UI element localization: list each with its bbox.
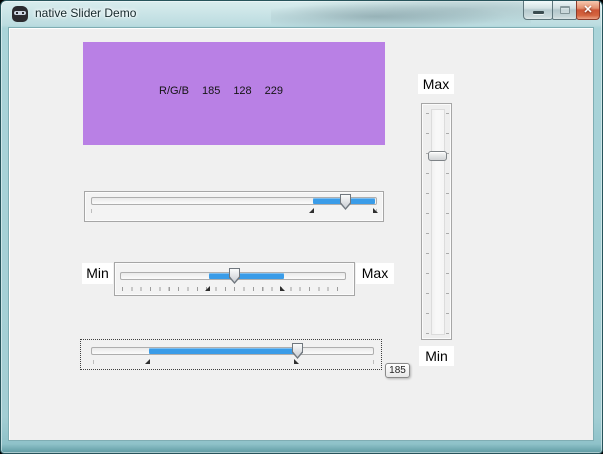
tick-marks [446,113,449,335]
rgb-label: R/G/B [159,85,189,97]
rgb-color-swatch: R/G/B 185 128 229 [83,42,385,145]
slider-red-selection [149,348,299,354]
rgb-red-value: 185 [202,85,220,97]
rgb-blue-value: 229 [265,85,283,97]
selection-end-marker [294,359,299,364]
slider-blue [84,191,384,222]
minimize-icon [533,11,544,14]
window-title: native Slider Demo [35,6,136,20]
max-label: Max [356,263,394,284]
selection-start-marker [309,208,314,213]
tick-mark [373,360,374,364]
app-icon [12,6,28,22]
rgb-readout: R/G/B 185 128 229 [159,85,283,97]
vertical-max-label: Max [418,74,454,94]
selection-end-marker [373,208,378,213]
vertical-min-label: Min [419,346,454,366]
maximize-icon [560,6,570,14]
rgb-green-value: 128 [233,85,251,97]
tick-marks [122,287,346,291]
selection-end-marker [280,286,285,291]
window-controls: ✕ [524,1,600,20]
close-button[interactable]: ✕ [576,1,600,20]
min-label: Min [82,263,113,284]
slider-red [80,339,382,370]
slider-green [114,262,355,296]
slider-vertical-track[interactable] [431,109,445,335]
selection-start-marker [205,286,210,291]
client-area: R/G/B 185 128 229 Min Max [8,27,594,441]
selection-start-marker [145,359,150,364]
maximize-button[interactable] [552,1,577,20]
tick-mark [93,360,94,364]
slider-value-tooltip: 185 [385,363,410,378]
slider-blue-thumb[interactable] [340,194,351,210]
slider-vertical-thumb[interactable] [428,151,447,161]
tick-marks [426,113,429,335]
slider-green-thumb[interactable] [229,268,240,284]
slider-vertical [421,103,452,340]
slider-red-thumb[interactable] [292,343,303,359]
close-icon: ✕ [577,3,599,16]
title-bar[interactable]: native Slider Demo ✕ [1,1,602,27]
app-window: native Slider Demo ✕ R/G/B 185 128 229 [0,0,603,454]
slider-green-selection [209,273,284,279]
minimize-button[interactable] [523,1,553,20]
tick-mark [91,209,92,213]
